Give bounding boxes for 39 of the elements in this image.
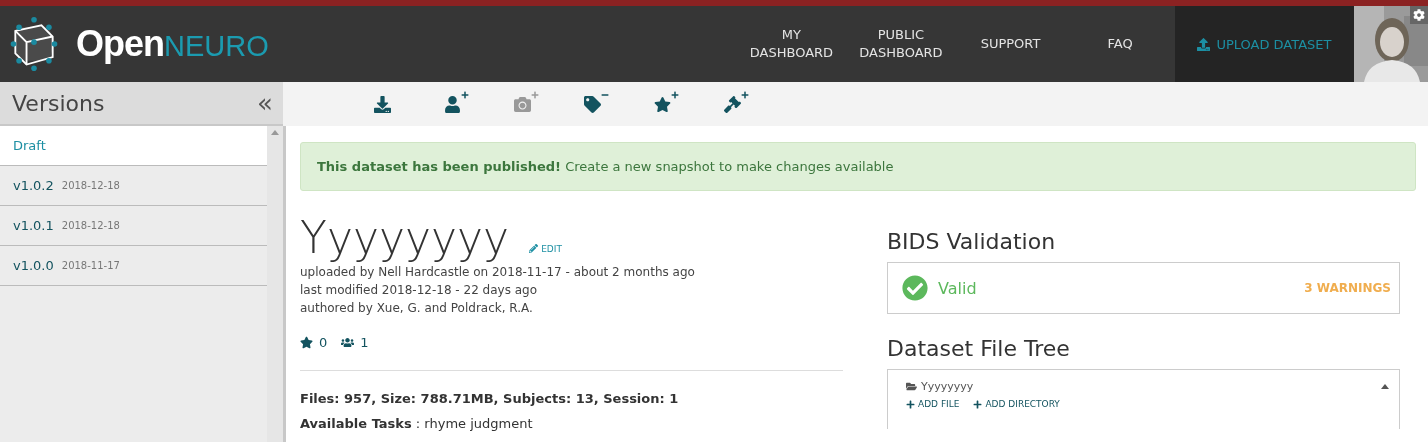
sidebar-title: Versions	[12, 90, 105, 116]
plus-icon	[906, 399, 915, 409]
published-alert: This dataset has been published! Create a new snapshot to make changes available	[300, 142, 1416, 191]
plus-icon	[973, 399, 983, 409]
nav-link[interactable]: FAQ	[1070, 35, 1170, 53]
available-tasks: Available Tasks : rhyme judgment	[300, 416, 534, 431]
settings-icon[interactable]	[1410, 6, 1428, 24]
follower-count: 1	[360, 335, 369, 350]
validation-status: Valid	[938, 278, 977, 298]
dataset-meta: authored by Xue, G. and Poldrack, R.A.	[300, 300, 534, 317]
add-file-link[interactable]: ADD FILE	[906, 399, 960, 409]
section-title: Dataset File Tree	[887, 336, 1071, 361]
version-item[interactable]: Draft	[0, 126, 267, 166]
version-date: 2018-11-17	[61, 260, 120, 271]
edit-link[interactable]: EDIT	[529, 243, 562, 254]
section-title: BIDS Validation	[887, 229, 1057, 254]
nav-link[interactable]: PUBLIC DASHBOARD	[851, 26, 951, 62]
upload-icon	[1197, 37, 1211, 51]
dataset-title: Yyyyyyyy	[300, 213, 510, 263]
folder-icon	[906, 381, 917, 392]
add-directory-link[interactable]: ADD DIRECTORY	[973, 399, 1060, 409]
version-date: 2018-12-18	[61, 220, 120, 231]
collapse-caret-icon[interactable]	[1381, 384, 1389, 389]
users-icon	[341, 336, 355, 349]
dataset-summary: Files: 957, Size: 788.71MB, Subjects: 13, Session: 1	[300, 391, 680, 406]
dataset-meta: last modified 2018-12-18 - 22 days ago	[300, 282, 539, 299]
star-count: 0	[319, 335, 328, 350]
star-icon	[300, 336, 313, 349]
version-date: 2018-12-18	[61, 180, 120, 191]
check-icon	[902, 275, 928, 301]
nav-link[interactable]: SUPPORT	[960, 35, 1061, 53]
dataset-meta: uploaded by Nell Hardcastle on 2018-11-17 - about 2 months ago	[300, 264, 696, 281]
nav-link[interactable]: MY DASHBOARD	[741, 26, 842, 62]
tag-minus-icon	[583, 95, 609, 113]
upload-dataset-button[interactable]: UPLOAD DATASET	[1174, 6, 1354, 82]
folder-name[interactable]: Yyyyyyyy	[921, 380, 974, 393]
collapse-button[interactable]: «	[257, 88, 273, 118]
pencil-icon	[529, 244, 539, 253]
logo-text[interactable]: OpenNEURO	[76, 23, 269, 65]
